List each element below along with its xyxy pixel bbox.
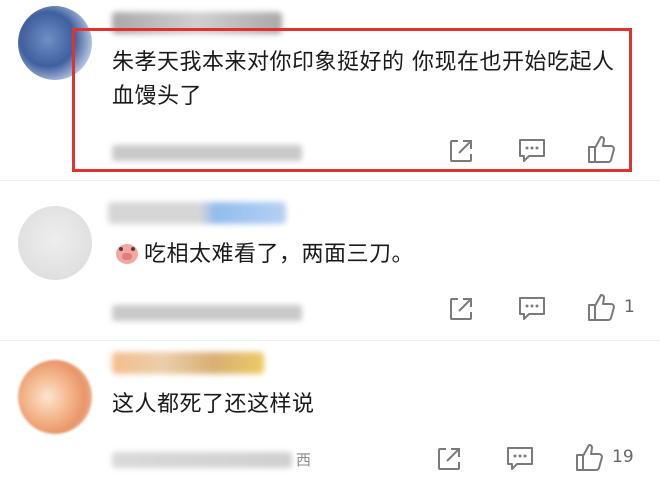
share-button[interactable] <box>436 446 462 472</box>
comment-text: 这人都死了还这样说 <box>112 392 315 417</box>
share-icon <box>450 140 472 162</box>
comment-text: 吃相太难看了，两面三刀。 <box>144 242 415 267</box>
pig-face-icon <box>116 244 138 264</box>
comment-item: 朱孝天我本来对你印象挺好的 你现在也开始吃起人血馒头了 <box>0 0 660 178</box>
comment-meta-blurred <box>112 452 292 468</box>
thumbs-up-icon <box>588 294 615 321</box>
like-button[interactable] <box>586 134 624 164</box>
reply-button[interactable] <box>518 296 546 322</box>
like-button[interactable]: 19 <box>574 442 634 472</box>
username-blurred[interactable] <box>108 202 286 224</box>
thumbs-up-icon <box>588 136 615 163</box>
share-button[interactable] <box>448 296 474 322</box>
comment-meta-blurred <box>112 145 302 161</box>
comment-icon <box>519 139 545 162</box>
thumbs-up-icon <box>576 444 603 471</box>
like-button[interactable]: 1 <box>586 292 635 322</box>
share-icon <box>450 298 472 320</box>
location-text: 西 <box>296 451 312 469</box>
comment-meta-blurred <box>112 305 302 321</box>
username-blurred[interactable] <box>112 12 282 34</box>
share-icon <box>438 448 460 470</box>
comment-item: 吃相太难看了，两面三刀。 1 <box>0 178 660 340</box>
comment-item: 这人都死了还这样说 西 19 <box>0 340 660 488</box>
comment-text-row: 吃相太难看了，两面三刀。 <box>116 238 414 272</box>
like-count: 1 <box>624 297 635 317</box>
comment-icon <box>507 447 533 470</box>
share-button[interactable] <box>448 138 474 164</box>
avatar[interactable] <box>18 360 92 434</box>
reply-button[interactable] <box>506 446 534 472</box>
like-count: 19 <box>612 447 634 467</box>
comment-icon <box>519 297 545 320</box>
avatar[interactable] <box>18 206 92 280</box>
avatar[interactable] <box>18 6 92 80</box>
comment-text: 朱孝天我本来对你印象挺好的 你现在也开始吃起人血馒头了 <box>112 50 615 109</box>
reply-button[interactable] <box>518 138 546 164</box>
username-blurred[interactable] <box>112 352 264 374</box>
